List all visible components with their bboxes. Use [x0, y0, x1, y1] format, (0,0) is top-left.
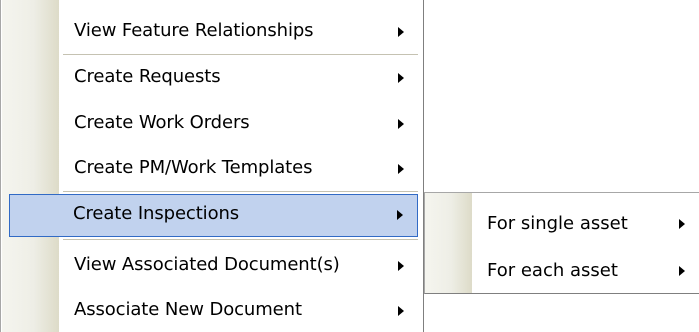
menu-separator	[63, 239, 418, 240]
menu-item-label: Create Inspections	[73, 203, 240, 224]
chevron-right-icon	[398, 73, 404, 83]
menu-item-view-feature-relationships[interactable]: View Feature Relationships	[2, 11, 423, 54]
chevron-right-icon	[679, 266, 685, 276]
submenu-item-label: For single asset	[487, 213, 628, 234]
chevron-right-icon	[398, 164, 404, 174]
menu-item-label: Create PM/Work Templates	[74, 157, 313, 178]
menu-item-create-inspections[interactable]: Create Inspections	[9, 194, 418, 237]
submenu-item-for-each-asset[interactable]: For each asset	[425, 240, 699, 285]
inspections-submenu: For single asset For each asset	[424, 192, 699, 294]
menu-separator	[63, 54, 418, 55]
context-menu: View Feature Relationships Create Reques…	[0, 0, 424, 332]
menu-item-associate-new-document[interactable]: Associate New Document	[2, 290, 423, 332]
chevron-right-icon	[398, 119, 404, 129]
menu-item-label: View Associated Document(s)	[74, 254, 340, 275]
menu-item-label: Associate New Document	[74, 299, 302, 320]
menu-item-label: View Feature Relationships	[74, 20, 314, 41]
menu-item-create-requests[interactable]: Create Requests	[2, 57, 423, 100]
chevron-right-icon	[398, 261, 404, 271]
chevron-right-icon	[397, 210, 403, 220]
menu-separator	[63, 191, 418, 192]
menu-item-view-associated-documents[interactable]: View Associated Document(s)	[2, 245, 423, 288]
chevron-right-icon	[679, 219, 685, 229]
menu-item-label: Create Requests	[74, 66, 221, 87]
menu-item-create-pm-work-templates[interactable]: Create PM/Work Templates	[2, 148, 423, 191]
chevron-right-icon	[398, 27, 404, 37]
submenu-item-label: For each asset	[487, 260, 618, 281]
submenu-item-for-single-asset[interactable]: For single asset	[425, 193, 699, 238]
screenshot-stage: View Feature Relationships Create Reques…	[0, 0, 699, 332]
menu-item-label: Create Work Orders	[74, 112, 250, 133]
chevron-right-icon	[398, 306, 404, 316]
menu-item-create-work-orders[interactable]: Create Work Orders	[2, 103, 423, 146]
